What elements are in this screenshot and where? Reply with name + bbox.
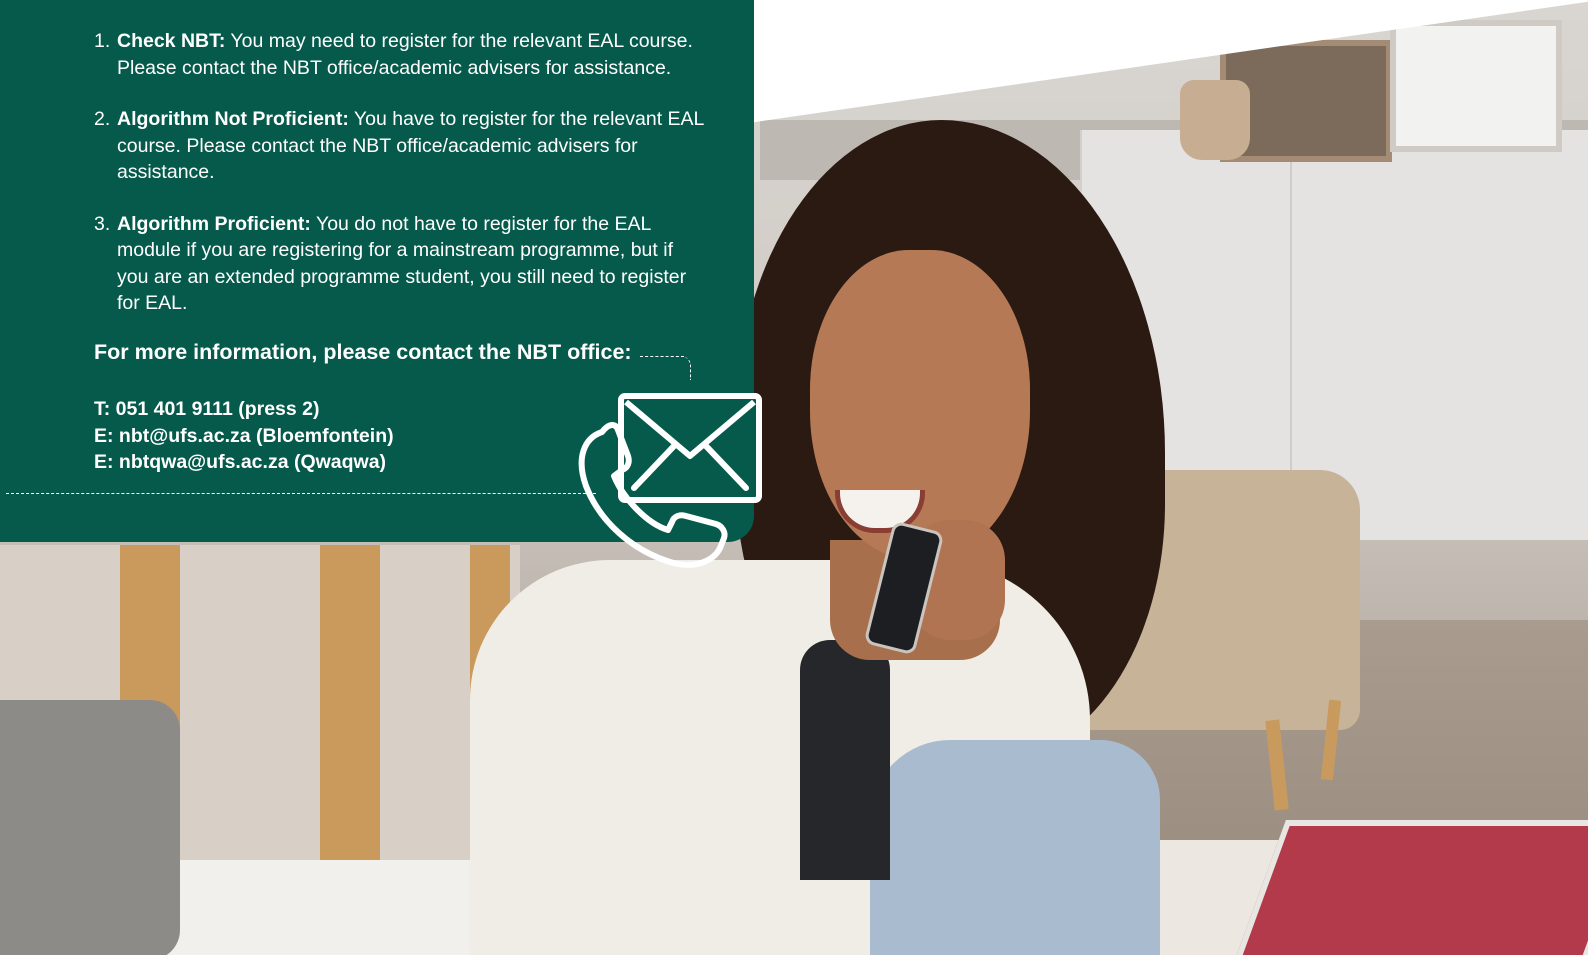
dashed-connector [640, 356, 684, 357]
envelope-icon [618, 393, 762, 503]
step-number: 2. [94, 108, 111, 130]
phone-number[interactable]: T: 051 401 9111 (press 2) [94, 396, 394, 423]
step-number: 3. [94, 212, 111, 235]
dashed-divider [6, 493, 596, 494]
phone-envelope-icon [578, 393, 762, 568]
email-qwaqwa-link[interactable]: E: nbtqwa@ufs.ac.za (Qwaqwa) [94, 449, 394, 476]
step-term: Algorithm Proficient: [117, 212, 311, 235]
step-term: Check NBT: [117, 30, 226, 52]
email-bloemfontein-link[interactable]: E: nbt@ufs.ac.za (Bloemfontein) [94, 423, 394, 450]
steps-list: 1. Check NBT: You may need to register f… [94, 28, 704, 342]
dashed-connector-curve [680, 356, 691, 380]
contact-details: T: 051 401 9111 (press 2) E: nbt@ufs.ac.… [94, 396, 394, 476]
step-item: 1. Check NBT: You may need to register f… [94, 28, 704, 81]
step-item: 3. Algorithm Proficient: You do not have… [94, 211, 704, 317]
step-term: Algorithm Not Proficient: [117, 108, 349, 130]
contact-heading: For more information, please contact the… [94, 340, 632, 364]
step-number: 1. [94, 30, 111, 52]
step-item: 2. Algorithm Not Proficient: You have to… [94, 106, 704, 186]
